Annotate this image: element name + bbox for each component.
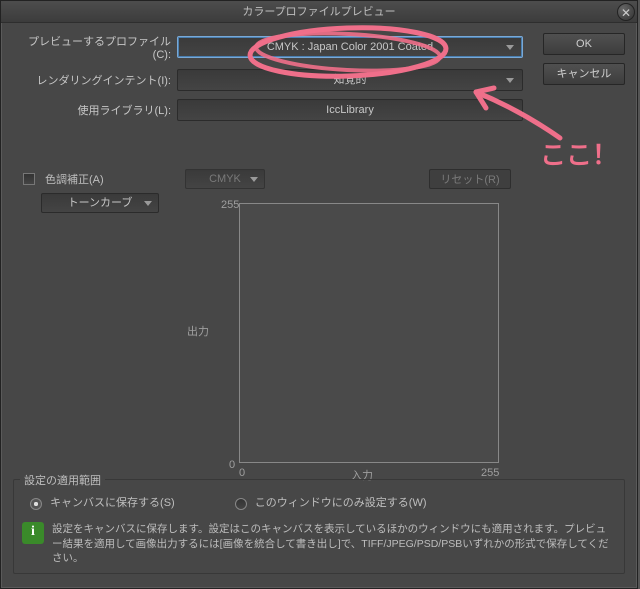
intent-label: レンダリングインテント(I): <box>13 72 171 88</box>
titlebar: カラープロファイルプレビュー ✕ <box>1 1 637 23</box>
profile-combo[interactable]: CMYK : Japan Color 2001 Coated <box>177 36 523 58</box>
tone-correction-label: 色調補正(A) <box>45 171 104 187</box>
colormode-value: CMYK <box>209 173 241 185</box>
tone-correction-checkbox[interactable] <box>23 173 35 185</box>
chevron-down-icon <box>250 177 258 182</box>
y-min: 0 <box>229 459 235 471</box>
colormode-combo: CMYK <box>185 169 265 189</box>
library-value: IccLibrary <box>326 104 374 116</box>
y-max: 255 <box>221 199 239 211</box>
y-axis-label: 出力 <box>187 323 209 339</box>
radio-checked-icon <box>30 498 42 510</box>
graph-box[interactable] <box>239 203 499 463</box>
x-min: 0 <box>239 467 245 479</box>
ok-button[interactable]: OK <box>543 33 625 55</box>
cancel-button[interactable]: キャンセル <box>543 63 625 85</box>
chevron-down-icon <box>144 201 152 206</box>
scope-option-canvas[interactable]: キャンバスに保存する(S) <box>30 494 175 510</box>
library-combo[interactable]: IccLibrary <box>177 99 523 121</box>
x-max: 255 <box>481 467 499 479</box>
dialog-title: カラープロファイルプレビュー <box>242 6 395 18</box>
profile-label: プレビューするプロファイル(C): <box>13 33 171 61</box>
scope-canvas-label: キャンバスに保存する(S) <box>50 497 175 509</box>
chevron-down-icon <box>506 78 514 83</box>
close-icon[interactable]: ✕ <box>617 3 635 21</box>
intent-value: 知覚的 <box>334 74 367 86</box>
chevron-down-icon <box>506 45 514 50</box>
scope-option-window[interactable]: このウィンドウにのみ設定する(W) <box>235 494 427 510</box>
radio-unchecked-icon <box>235 498 247 510</box>
color-profile-preview-dialog: カラープロファイルプレビュー ✕ OK キャンセル プレビューするプロファイル(… <box>0 0 638 589</box>
scope-info-text: 設定をキャンバスに保存します。設定はこのキャンバスを表示しているほかのウィンドウ… <box>52 522 616 565</box>
intent-combo[interactable]: 知覚的 <box>177 69 523 91</box>
tonecurve-value: トーンカーブ <box>68 197 133 209</box>
info-icon <box>22 522 44 544</box>
scope-legend: 設定の適用範囲 <box>20 472 105 488</box>
scope-window-label: このウィンドウにのみ設定する(W) <box>255 497 427 509</box>
tone-curve-graph: 255 出力 0 0 入力 255 <box>201 203 501 483</box>
profile-value: CMYK : Japan Color 2001 Coated <box>267 41 433 53</box>
library-label: 使用ライブラリ(L): <box>13 102 171 118</box>
reset-button: リセット(R) <box>429 169 511 189</box>
scope-group: 設定の適用範囲 キャンバスに保存する(S) このウィンドウにのみ設定する(W) … <box>13 479 625 574</box>
tonecurve-combo[interactable]: トーンカーブ <box>41 193 159 213</box>
